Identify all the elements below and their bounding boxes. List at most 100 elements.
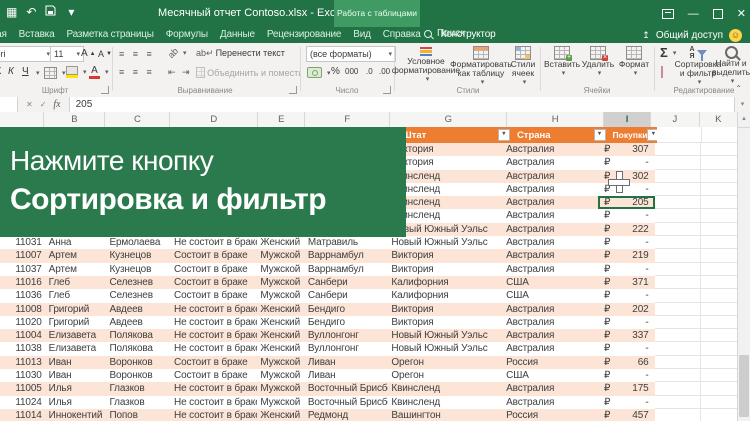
cell-city[interactable]: Ливан (305, 369, 389, 382)
cell-marital-status[interactable]: Состоит в браке (171, 263, 257, 276)
ribbon-tab[interactable]: Вид (347, 27, 377, 43)
cell-purchases[interactable]: ₽ - (598, 342, 655, 355)
cell-last-name[interactable]: Глазков (106, 382, 171, 395)
ribbon-tab[interactable]: Главная (0, 27, 13, 43)
cell-last-name[interactable]: Кузнецов (106, 249, 171, 262)
filter-icon[interactable]: ▾ (647, 129, 657, 141)
insert-function-icon[interactable]: fx (53, 99, 60, 110)
cell-state[interactable]: Орегон (388, 356, 503, 369)
cell-empty[interactable] (655, 409, 701, 421)
font-name-select[interactable]: Calibri▾ (0, 46, 54, 62)
cell-empty[interactable] (701, 236, 738, 249)
cell-country[interactable]: Россия (503, 356, 598, 369)
cell-purchases[interactable]: ₽ 219 (598, 249, 655, 262)
cell-marital-status[interactable]: Не состоит в браке (171, 342, 257, 355)
cell-styles-button[interactable]: Стили ячеек▾ (508, 46, 538, 87)
cell-first-name[interactable]: Глеб (46, 289, 107, 302)
cell-empty[interactable] (701, 170, 738, 183)
cell-city[interactable]: Матравиль (305, 236, 389, 249)
cell-state[interactable]: Новый Южный Уэльс (388, 342, 503, 355)
format-cells-button[interactable]: Формат▾ (617, 46, 651, 78)
cell-state[interactable]: Виктория (388, 249, 503, 262)
cell-last-name[interactable]: Селезнев (106, 289, 171, 302)
cell-empty[interactable] (701, 382, 738, 395)
cell-state[interactable]: Виктория (388, 316, 503, 329)
cell-country[interactable]: США (503, 289, 598, 302)
alignment-dialog-launcher[interactable] (289, 86, 297, 94)
cell-country[interactable]: Россия (503, 409, 598, 421)
cell-empty[interactable] (655, 263, 701, 276)
cell-id[interactable]: 11008 (0, 303, 46, 316)
search-box[interactable]: Поиск (424, 28, 465, 39)
cell-marital-status[interactable]: Состоит в браке (171, 289, 257, 302)
cell-first-name[interactable]: Илья (46, 382, 107, 395)
undo-icon[interactable]: ↶ (26, 6, 36, 18)
cell-first-name[interactable]: Елизавета (46, 342, 107, 355)
cell-gender[interactable]: Мужской (257, 369, 305, 382)
cell-id[interactable]: 11005 (0, 382, 46, 395)
cell-gender[interactable]: Женский (257, 316, 305, 329)
cell-first-name[interactable]: Артем (46, 263, 107, 276)
cell-state[interactable]: Виктория (388, 303, 503, 316)
cell-empty[interactable] (655, 209, 701, 222)
column-header-e[interactable]: E (258, 112, 305, 127)
horizontal-align-buttons[interactable]: ≡ ≡ ≡ (119, 67, 155, 77)
cell-empty[interactable] (655, 143, 701, 156)
cell-first-name[interactable]: Елизавета (46, 329, 107, 342)
cell-country[interactable]: Австралия (503, 156, 598, 169)
column-header-k[interactable]: K (700, 112, 738, 127)
cell-empty[interactable] (701, 276, 738, 289)
column-header-b[interactable]: B (44, 112, 105, 127)
cell-marital-status[interactable]: Не состоит в браке (171, 396, 257, 409)
filter-icon[interactable]: ▾ (594, 129, 606, 141)
cell-purchases[interactable]: ₽ 307 (598, 143, 655, 156)
cell-state[interactable]: Квинсленд (388, 382, 503, 395)
cell-marital-status[interactable]: Состоит в браке (171, 276, 257, 289)
format-as-table-button[interactable]: Форматировать как таблицу▾ (455, 46, 507, 87)
column-header-f[interactable]: F (305, 112, 390, 127)
cell-marital-status[interactable]: Не состоит в браке (171, 382, 257, 395)
ribbon-tab[interactable]: Справка (377, 27, 427, 43)
accounting-format-button[interactable]: ▾ (307, 67, 331, 78)
cell-state[interactable]: Калифорния (388, 276, 503, 289)
cell-purchases[interactable]: ₽ 202 (598, 303, 655, 316)
find-select-button[interactable]: Найти и выделить▾ (716, 46, 746, 86)
cell-gender[interactable]: Мужской (257, 249, 305, 262)
cell-empty[interactable] (655, 183, 701, 196)
scrollbar-thumb[interactable] (739, 355, 749, 417)
column-header-j[interactable]: J (651, 112, 699, 127)
cell-country[interactable]: Австралия (503, 209, 598, 222)
cell-purchases[interactable]: ₽ 371 (598, 276, 655, 289)
cell-id[interactable]: 11004 (0, 329, 46, 342)
formula-bar-expand-icon[interactable]: ▾ (734, 97, 750, 112)
sort-filter-button[interactable]: АЯ Сортировка и фильтр▾ (681, 46, 715, 87)
cell-empty[interactable] (655, 170, 701, 183)
cell-last-name[interactable]: Воронков (106, 369, 171, 382)
cell-marital-status[interactable]: Состоит в браке (171, 369, 257, 382)
font-dialog-launcher[interactable] (101, 86, 109, 94)
shrink-font-button[interactable]: А▼ (98, 49, 112, 59)
cell-empty[interactable] (701, 316, 738, 329)
underline-button[interactable]: Ч (22, 66, 29, 77)
column-header-a[interactable] (0, 112, 44, 127)
vertical-align-buttons[interactable]: ≡ ≡ ≡ (119, 49, 155, 59)
cell-empty[interactable] (655, 276, 701, 289)
cell-empty[interactable] (655, 356, 701, 369)
cell-country[interactable]: Австралия (503, 396, 598, 409)
conditional-formatting-button[interactable]: Условное форматирование▾ (398, 46, 454, 84)
cell-purchases[interactable]: ₽ 222 (598, 223, 655, 236)
cell-empty[interactable] (701, 396, 738, 409)
cell-state[interactable]: Новый Южный Уэльс (388, 236, 503, 249)
cell-marital-status[interactable]: Состоит в браке (171, 249, 257, 262)
cell-gender[interactable]: Мужской (257, 382, 305, 395)
cell-last-name[interactable]: Полякова (106, 329, 171, 342)
cell-gender[interactable]: Мужской (257, 263, 305, 276)
cell-last-name[interactable]: Полякова (106, 342, 171, 355)
cell-city[interactable]: Бендиго (305, 316, 389, 329)
cell-state[interactable]: Вашингтон (388, 409, 503, 421)
cell-country[interactable]: Австралия (503, 342, 598, 355)
cell-state[interactable]: Калифорния (388, 289, 503, 302)
cell-purchases[interactable]: ₽ 302 (598, 170, 655, 183)
cell-purchases[interactable]: ₽ 337 (598, 329, 655, 342)
cell-city[interactable]: Бендиго (305, 303, 389, 316)
